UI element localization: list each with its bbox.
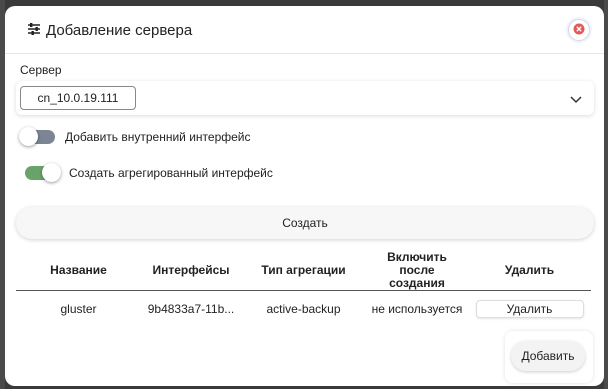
col-delete-header: Удалить bbox=[468, 251, 591, 291]
row-aggregation: active-backup bbox=[266, 302, 341, 317]
close-button[interactable] bbox=[568, 19, 590, 41]
dialog-title-text: Добавление сервера bbox=[46, 22, 193, 39]
interfaces-table: Название Интерфейсы Тип агрегации Включи… bbox=[16, 251, 591, 328]
server-chip[interactable]: cn_10.0.19.111 bbox=[20, 86, 136, 110]
col-name-header: Название bbox=[16, 251, 141, 291]
col-interfaces-header: Интерфейсы bbox=[141, 251, 241, 291]
table-row: gluster 9b4833a7-11b... active-backup не… bbox=[16, 291, 591, 328]
delete-row-button[interactable]: Удалить bbox=[475, 300, 584, 319]
col-aggregation-header: Тип агрегации bbox=[241, 251, 366, 291]
toggle-knob bbox=[42, 163, 61, 182]
row-enable: не используется bbox=[371, 302, 463, 317]
sliders-icon bbox=[27, 22, 41, 39]
internal-interface-row: Добавить внутренний интерфейс bbox=[19, 127, 251, 146]
aggregated-interface-label: Создать агрегированный интерфейс bbox=[69, 166, 273, 180]
toggle-knob bbox=[19, 127, 38, 146]
table-header-row: Название Интерфейсы Тип агрегации Включи… bbox=[16, 251, 591, 291]
backdrop-right bbox=[604, 0, 608, 389]
internal-interface-label: Добавить внутренний интерфейс bbox=[65, 130, 251, 144]
chevron-down-icon bbox=[570, 92, 582, 107]
server-select[interactable]: cn_10.0.19.111 bbox=[16, 81, 594, 115]
col-enable-header: Включить после создания bbox=[366, 251, 468, 291]
add-server-dialog: Добавление сервера Сервер cn_10.0.19.111… bbox=[5, 6, 604, 386]
close-icon bbox=[573, 23, 585, 38]
dialog-header: Добавление сервера bbox=[5, 6, 604, 54]
aggregated-interface-row: Создать агрегированный интерфейс bbox=[25, 163, 273, 182]
internal-interface-toggle[interactable] bbox=[19, 127, 55, 146]
add-button-container: Добавить bbox=[505, 331, 593, 383]
row-delete-cell: Удалить bbox=[468, 291, 591, 328]
server-label: Сервер bbox=[20, 63, 62, 77]
row-interfaces: 9b4833a7-11b... bbox=[147, 302, 235, 317]
aggregated-interface-toggle[interactable] bbox=[25, 163, 61, 182]
dialog-title: Добавление сервера bbox=[27, 22, 192, 39]
create-button[interactable]: Создать bbox=[16, 207, 594, 239]
add-button[interactable]: Добавить bbox=[511, 341, 585, 371]
row-name: gluster bbox=[60, 302, 97, 317]
